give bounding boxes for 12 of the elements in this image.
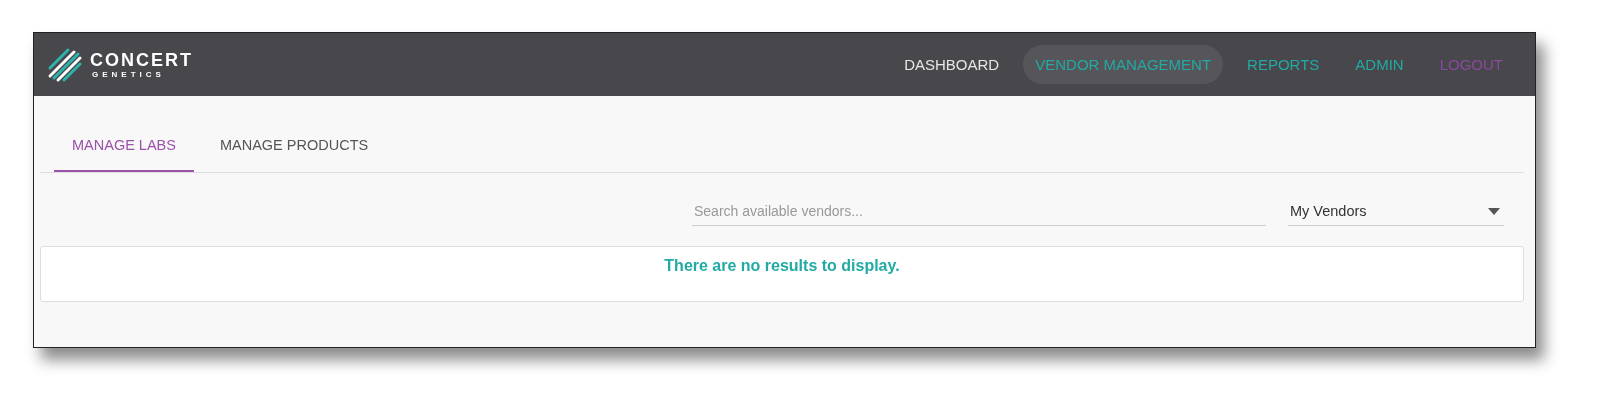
nav-link[interactable]: VENDOR MANAGEMENT	[1023, 45, 1224, 84]
nav-link[interactable]: ADMIN	[1343, 45, 1416, 84]
search-field[interactable]: Search available vendors...	[692, 197, 1266, 226]
brand-subtitle: GENETICS	[91, 69, 166, 80]
tab[interactable]: MANAGE LABS	[54, 126, 194, 172]
brand-name: CONCERT	[90, 49, 193, 70]
vendor-dropdown[interactable]: My Vendors	[1288, 197, 1504, 226]
empty-message: There are no results to display.	[664, 257, 900, 276]
tab[interactable]: MANAGE PRODUCTS	[201, 126, 387, 172]
nav-link[interactable]: DASHBOARD	[892, 45, 1012, 84]
caret-icon	[1488, 207, 1500, 215]
nav-link[interactable]: REPORTS	[1235, 45, 1332, 84]
